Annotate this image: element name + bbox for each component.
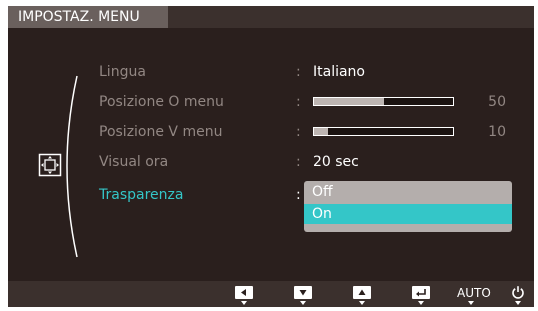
osd-menu: IMPOSTAZ. MENU Lingua : Italiano Posizio… bbox=[8, 6, 534, 307]
option-off[interactable]: Off bbox=[304, 182, 512, 202]
left-button[interactable] bbox=[235, 286, 253, 299]
menu-title: IMPOSTAZ. MENU bbox=[18, 9, 140, 25]
trasparenza-dropdown[interactable]: Off On bbox=[304, 181, 512, 232]
chevron-down-icon bbox=[468, 301, 474, 305]
auto-button[interactable]: AUTO bbox=[457, 285, 491, 301]
slider-fill bbox=[314, 128, 328, 135]
chevron-down-icon bbox=[418, 301, 424, 305]
separator-colon: : bbox=[296, 124, 301, 140]
posizione-v-value: 10 bbox=[488, 124, 506, 140]
posizione-o-value: 50 bbox=[488, 94, 506, 110]
chevron-down-icon bbox=[241, 301, 247, 305]
left-arrow-icon bbox=[241, 289, 246, 296]
chevron-down-icon bbox=[359, 301, 365, 305]
up-button[interactable] bbox=[353, 286, 371, 299]
up-arrow-icon bbox=[358, 289, 366, 295]
enter-button[interactable] bbox=[412, 286, 430, 299]
down-button[interactable] bbox=[294, 286, 312, 299]
menu-item-posizione-o[interactable]: Posizione O menu bbox=[99, 91, 224, 113]
menu-item-trasparenza[interactable]: Trasparenza bbox=[99, 184, 183, 206]
down-arrow-icon bbox=[299, 290, 307, 296]
chevron-down-icon bbox=[515, 301, 521, 305]
posizione-v-slider[interactable] bbox=[313, 127, 454, 136]
menu-item-posizione-v[interactable]: Posizione V menu bbox=[99, 121, 222, 143]
slider-fill bbox=[314, 98, 384, 105]
posizione-o-slider[interactable] bbox=[313, 97, 454, 106]
chevron-down-icon bbox=[300, 301, 306, 305]
separator-colon: : bbox=[296, 94, 301, 110]
power-icon[interactable] bbox=[511, 285, 525, 299]
osd-position-icon bbox=[38, 153, 62, 177]
menu-bracket-decoration bbox=[66, 75, 78, 258]
title-tab: IMPOSTAZ. MENU bbox=[8, 6, 168, 28]
menu-item-visual-ora[interactable]: Visual ora bbox=[99, 151, 168, 173]
enter-icon bbox=[416, 289, 426, 297]
button-guide-bar: AUTO bbox=[8, 281, 534, 307]
separator-colon: : bbox=[296, 187, 301, 203]
separator-colon: : bbox=[296, 64, 301, 80]
visual-ora-value: 20 sec bbox=[313, 154, 359, 170]
title-bar: IMPOSTAZ. MENU bbox=[8, 6, 534, 28]
separator-colon: : bbox=[296, 154, 301, 170]
menu-item-lingua[interactable]: Lingua bbox=[99, 61, 146, 83]
lingua-value: Italiano bbox=[313, 64, 365, 80]
option-on[interactable]: On bbox=[304, 204, 512, 224]
